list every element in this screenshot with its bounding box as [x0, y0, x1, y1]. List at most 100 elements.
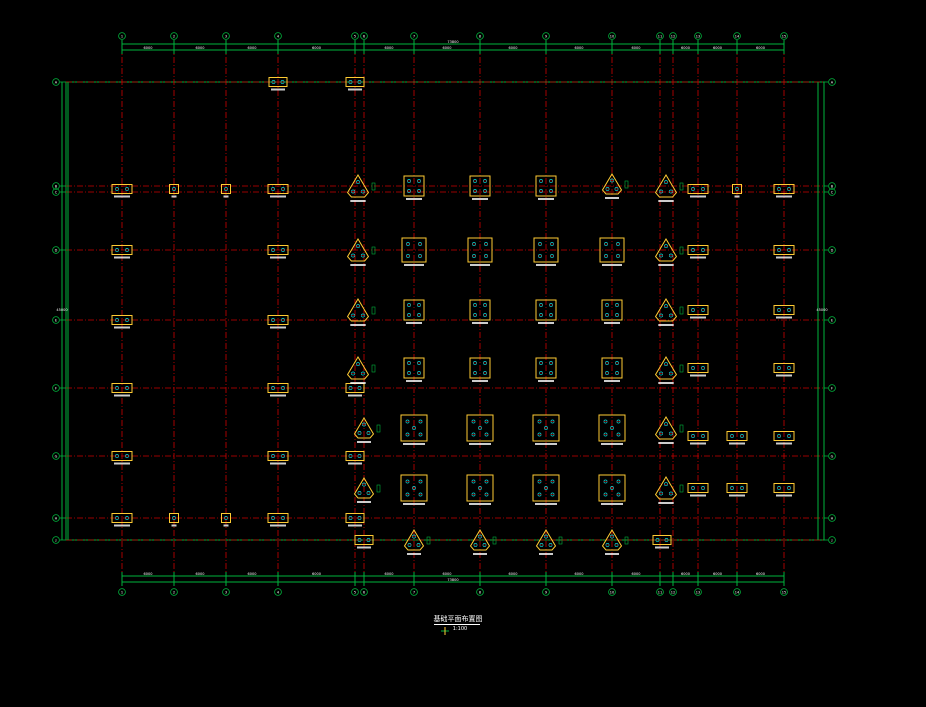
pile: [701, 248, 705, 252]
axis-label: 4: [277, 34, 280, 38]
pile: [407, 179, 411, 183]
axis-label: A: [55, 80, 58, 84]
cap-label: [690, 494, 706, 497]
axis-label: 4: [277, 590, 280, 594]
title-underline: [434, 624, 480, 625]
cap-label: [538, 380, 554, 382]
pile: [549, 179, 553, 183]
pile: [605, 543, 610, 547]
cap-label: [605, 553, 619, 555]
pile: [787, 366, 791, 370]
axis-label: B: [831, 184, 834, 188]
cap-label: [655, 546, 669, 549]
pile: [691, 308, 695, 312]
pile: [348, 80, 353, 84]
axis-label: E: [55, 318, 57, 322]
axis-label: 9: [545, 590, 547, 594]
cap-label: [223, 195, 229, 198]
cap-label: [350, 264, 366, 266]
cap-label: [658, 264, 674, 266]
pile: [664, 244, 668, 249]
axis-label: 5: [354, 34, 356, 38]
pile: [664, 538, 669, 542]
pile: [616, 254, 620, 258]
cap-label: [472, 322, 488, 324]
cap-dim: [376, 484, 381, 493]
pile: [604, 242, 608, 246]
pile: [125, 454, 129, 458]
axis-label: J: [830, 538, 832, 542]
axis-label: 14: [735, 590, 740, 594]
pile: [605, 303, 609, 307]
pile: [539, 371, 543, 375]
pile: [615, 361, 619, 365]
pile: [271, 80, 276, 84]
cap-label: [114, 326, 130, 329]
pile: [550, 419, 555, 424]
cap-label: [776, 374, 792, 377]
dim-total-bottom: 73800: [447, 578, 458, 582]
pile: [550, 492, 555, 497]
pile: [614, 543, 619, 547]
pile: [616, 479, 621, 484]
pile: [483, 371, 487, 375]
cap-dim: [371, 364, 376, 373]
dim-text: 6000: [385, 572, 394, 576]
pile: [418, 432, 423, 437]
cap-label: [535, 443, 557, 445]
pile: [357, 538, 362, 542]
pile: [482, 543, 487, 547]
pile: [406, 254, 410, 258]
dim-text: 6000: [248, 572, 257, 576]
cap-label: [350, 382, 366, 384]
pile: [366, 431, 371, 435]
pile: [271, 187, 275, 191]
axis-label: J: [54, 538, 56, 542]
pile: [537, 419, 542, 424]
dim-total-right: 45000: [816, 308, 827, 312]
pile: [360, 371, 365, 376]
cap-label: [271, 88, 285, 91]
pile: [616, 432, 621, 437]
pile: [483, 303, 487, 307]
pile: [659, 371, 664, 376]
cap-label: [350, 200, 366, 202]
axis-label: 13: [696, 590, 700, 594]
dim-text: 6000: [509, 46, 518, 50]
pile: [125, 318, 129, 322]
pile: [655, 538, 660, 542]
pile: [730, 486, 734, 490]
pile: [351, 253, 356, 258]
pile: [407, 361, 411, 365]
pile: [484, 432, 489, 437]
axis-label: 6: [363, 590, 365, 594]
axis-label: 8: [479, 34, 481, 38]
axis-label: 9: [545, 34, 547, 38]
cap-label: [734, 195, 740, 198]
cap-label: [776, 195, 792, 198]
pile: [407, 313, 411, 317]
cap-label: [171, 195, 177, 198]
cap-label: [407, 553, 421, 555]
cap-label: [404, 264, 424, 266]
pile: [417, 361, 421, 365]
pile: [659, 491, 664, 496]
scale-note: 1:100: [452, 626, 468, 632]
pile: [691, 434, 695, 438]
dim-text: 6000: [144, 572, 153, 576]
pile: [271, 516, 275, 520]
pile: [483, 361, 487, 365]
pile: [473, 313, 477, 317]
axis-label: 11: [658, 590, 662, 594]
axis-label: 11: [658, 34, 662, 38]
pile: [125, 248, 129, 252]
cap-label: [601, 503, 623, 505]
pile: [537, 492, 542, 497]
cap-label: [270, 195, 286, 198]
axis-label: H: [55, 516, 58, 520]
dim-text: 6000: [756, 46, 765, 50]
pile: [777, 366, 781, 370]
cap-dim: [679, 306, 684, 315]
cap-label: [658, 382, 674, 384]
axis-label: E: [831, 318, 833, 322]
